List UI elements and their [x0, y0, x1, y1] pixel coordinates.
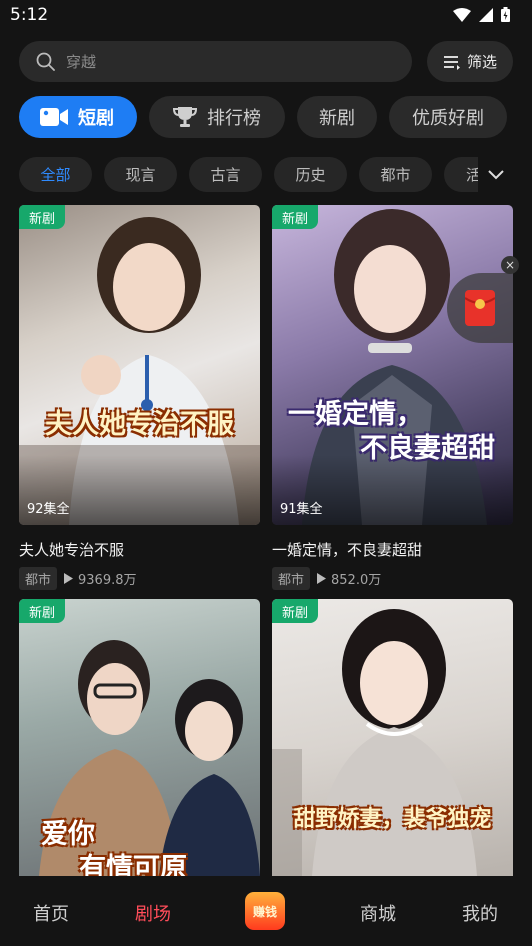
drama-card[interactable]: 甜野娇妻，裴爷独宠 新剧	[272, 599, 513, 876]
bottom-nav: 首页 剧场 赚钱 商城 我的	[0, 876, 532, 946]
nav-earn-button[interactable]: 赚钱	[245, 892, 285, 930]
wifi-icon	[453, 7, 471, 22]
new-badge: 新剧	[272, 205, 319, 229]
drama-title[interactable]: 一婚定情，不良妻超甜	[272, 539, 513, 560]
nav-mall[interactable]: 商城	[360, 900, 396, 926]
play-icon	[64, 573, 74, 584]
video-camera-icon	[40, 107, 68, 127]
drama-cover[interactable]: 夫人她专治不服 新剧 92集全	[19, 205, 260, 525]
battery-icon	[501, 7, 510, 22]
signal-icon	[479, 7, 493, 22]
drama-card[interactable]: 一婚定情， 不良妻超甜 新剧 91集全 一婚定情，不良妻超甜 都市 852.0万	[272, 205, 513, 590]
drama-cover[interactable]: 一婚定情， 不良妻超甜 新剧 91集全	[272, 205, 513, 525]
drama-title[interactable]: 夫人她专治不服	[19, 539, 260, 560]
category-partial[interactable]: 活	[444, 157, 478, 192]
filter-icon	[443, 55, 460, 70]
nav-earn-label: 赚钱	[252, 904, 277, 919]
category-modern-romance[interactable]: 现言	[104, 157, 177, 192]
category-history[interactable]: 历史	[274, 157, 347, 192]
category-ancient-romance[interactable]: 古言	[189, 157, 262, 192]
episode-count: 91集全	[280, 502, 323, 517]
tab-new-drama-label: 新剧	[319, 108, 355, 129]
tab-quality-drama[interactable]: 优质好剧	[389, 96, 507, 138]
cover-title-text: 爱你	[41, 819, 95, 850]
chevron-down-icon	[487, 169, 504, 179]
category-chips: 全部 现言 古言 历史 都市 活	[19, 157, 478, 192]
tab-quality-drama-label: 优质好剧	[412, 108, 484, 129]
play-count-value: 852.0万	[331, 573, 382, 588]
category-urban[interactable]: 都市	[359, 157, 432, 192]
tab-ranking-label: 排行榜	[207, 108, 261, 129]
drama-cover[interactable]: 爱你 有情可原 新剧	[19, 599, 260, 876]
status-icons	[453, 7, 510, 22]
filter-label: 筛选	[466, 53, 497, 71]
nav-home[interactable]: 首页	[33, 900, 69, 926]
nav-mine[interactable]: 我的	[462, 900, 498, 926]
category-expand-button[interactable]	[478, 157, 513, 192]
main-tabs: 短剧 排行榜 新剧 优质好剧	[19, 96, 507, 138]
tab-ranking[interactable]: 排行榜	[149, 96, 285, 138]
new-badge: 新剧	[19, 599, 66, 623]
red-packet-icon	[465, 290, 495, 326]
red-packet-float-button[interactable]	[447, 273, 513, 343]
tab-short-drama-label: 短剧	[78, 108, 114, 129]
cover-title-text: 甜野娇妻，裴爷独宠	[293, 806, 492, 832]
play-icon	[317, 573, 327, 584]
episode-count: 92集全	[27, 502, 70, 517]
play-count: 852.0万	[317, 569, 381, 588]
status-time: 5:12	[10, 5, 49, 25]
search-input[interactable]	[64, 51, 368, 72]
trophy-icon	[173, 105, 197, 129]
cover-title-text: 夫人她专治不服	[45, 409, 234, 440]
play-count-value: 9369.8万	[78, 573, 137, 588]
search-bar[interactable]	[19, 41, 412, 82]
drama-cover[interactable]: 甜野娇妻，裴爷独宠 新剧	[272, 599, 513, 876]
tab-short-drama[interactable]: 短剧	[19, 96, 137, 138]
cover-title-text: 有情可原	[79, 853, 187, 876]
tab-new-drama[interactable]: 新剧	[297, 96, 377, 138]
drama-meta: 都市 852.0万	[272, 567, 513, 590]
new-badge: 新剧	[272, 599, 319, 623]
filter-button[interactable]: 筛选	[427, 41, 513, 82]
nav-theater[interactable]: 剧场	[135, 900, 171, 926]
new-badge: 新剧	[19, 205, 66, 229]
drama-card[interactable]: 夫人她专治不服 新剧 92集全 夫人她专治不服 都市 9369.8万	[19, 205, 260, 590]
genre-tag: 都市	[272, 567, 311, 590]
status-bar: 5:12	[0, 0, 532, 30]
category-all[interactable]: 全部	[19, 157, 92, 192]
play-count: 9369.8万	[64, 569, 137, 588]
drama-meta: 都市 9369.8万	[19, 567, 260, 590]
genre-tag: 都市	[19, 567, 58, 590]
float-close-button[interactable]: ×	[501, 256, 519, 274]
cover-title-text: 一婚定情，	[288, 399, 423, 430]
search-icon	[36, 52, 55, 71]
drama-card[interactable]: 爱你 有情可原 新剧	[19, 599, 260, 876]
